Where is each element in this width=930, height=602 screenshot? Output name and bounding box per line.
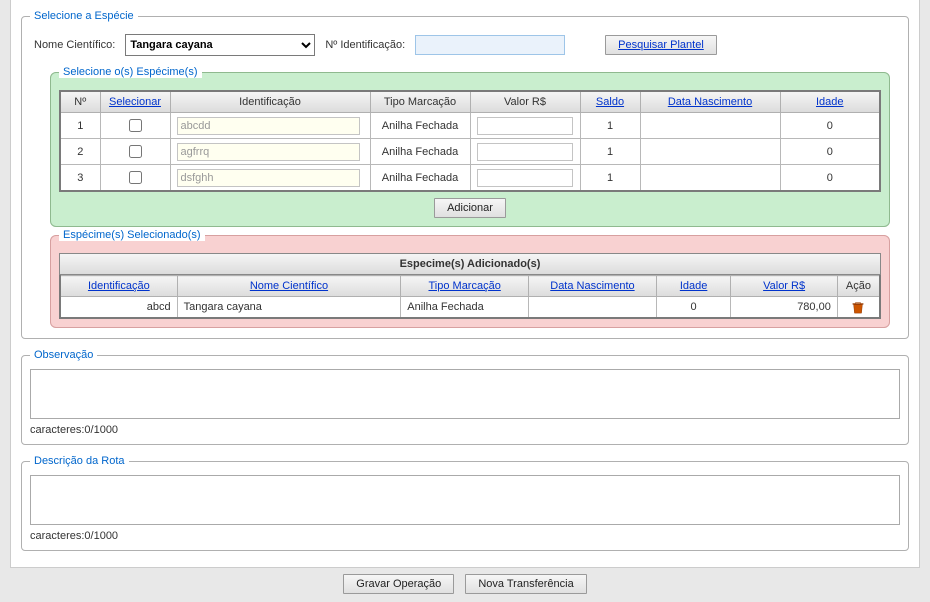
cell-data xyxy=(640,165,780,192)
rota-count: caracteres:0/1000 xyxy=(30,528,900,542)
rota-fieldset: Descrição da Rota caracteres:0/1000 xyxy=(21,455,909,551)
col-identificacao: Identificação xyxy=(170,91,370,113)
species-fieldset: Selecione a Espécie Nome Científico: Tan… xyxy=(21,10,909,339)
adicionar-button[interactable]: Adicionar xyxy=(434,198,506,218)
cell-valor xyxy=(470,139,580,165)
id-input[interactable] xyxy=(177,117,360,135)
nova-button[interactable]: Nova Transferência xyxy=(465,574,586,594)
col2-data: Data Nascimento xyxy=(529,276,657,297)
especimes-fieldset: Selecione o(s) Espécime(s) Nº Selecionar… xyxy=(50,66,890,227)
cell-n: 3 xyxy=(60,165,100,192)
col2-idade: Idade xyxy=(656,276,731,297)
especimes-table: Nº Selecionar Identificação Tipo Marcaçã… xyxy=(59,90,881,192)
col-idade: Idade xyxy=(780,91,880,113)
select-checkbox[interactable] xyxy=(129,145,142,158)
gravar-button[interactable]: Gravar Operação xyxy=(343,574,454,594)
cell-n: 1 xyxy=(60,113,100,139)
nome-cientifico-label: Nome Científico: xyxy=(34,39,115,51)
cell-data xyxy=(640,139,780,165)
observacao-fieldset: Observação caracteres:0/1000 xyxy=(21,349,909,445)
valor-input[interactable] xyxy=(477,143,572,161)
cell-idade: 0 xyxy=(780,113,880,139)
table-row: 3 Anilha Fechada 1 0 xyxy=(60,165,880,192)
saldo-sort-link[interactable]: Saldo xyxy=(596,96,624,108)
cell-id xyxy=(170,165,370,192)
id-input[interactable] xyxy=(177,169,360,187)
col2-valor: Valor R$ xyxy=(731,276,837,297)
add-bar: Adicionar xyxy=(59,192,881,218)
col-valor: Valor R$ xyxy=(470,91,580,113)
col2-identificacao: Identificação xyxy=(60,276,177,297)
col-tipo: Tipo Marcação xyxy=(370,91,470,113)
id-label: Nº Identificação: xyxy=(325,39,405,51)
selecionados-fieldset: Espécime(s) Selecionado(s) Especime(s) A… xyxy=(50,229,890,328)
col-selecionar: Selecionar xyxy=(100,91,170,113)
trash-icon[interactable] xyxy=(851,300,865,314)
cell-n: 2 xyxy=(60,139,100,165)
cell-saldo: 1 xyxy=(580,139,640,165)
species-row: Nome Científico: Tangara cayana Nº Ident… xyxy=(30,30,900,64)
cell-id xyxy=(170,113,370,139)
col-data: Data Nascimento xyxy=(640,91,780,113)
rota-legend: Descrição da Rota xyxy=(30,455,129,467)
cell-valor xyxy=(470,113,580,139)
cell-tipo: Anilha Fechada xyxy=(401,297,529,319)
cell-id: abcd xyxy=(60,297,177,319)
cell-saldo: 1 xyxy=(580,165,640,192)
valor-input[interactable] xyxy=(477,117,572,135)
observacao-legend: Observação xyxy=(30,349,97,361)
main-panel: Selecione a Espécie Nome Científico: Tan… xyxy=(10,0,920,568)
data-sort-link[interactable]: Data Nascimento xyxy=(668,96,752,108)
col2-nome: Nome Científico xyxy=(177,276,401,297)
cell-tipo: Anilha Fechada xyxy=(370,113,470,139)
pesquisar-plantel-button[interactable]: Pesquisar Plantel xyxy=(605,35,717,55)
id-input[interactable] xyxy=(415,35,565,55)
cell-data xyxy=(640,113,780,139)
cell-tipo: Anilha Fechada xyxy=(370,139,470,165)
cell-nome: Tangara cayana xyxy=(177,297,401,319)
id-input[interactable] xyxy=(177,143,360,161)
col2-tipo: Tipo Marcação xyxy=(401,276,529,297)
cell-tipo: Anilha Fechada xyxy=(370,165,470,192)
cell-idade: 0 xyxy=(656,297,731,319)
col-n: Nº xyxy=(60,91,100,113)
cell-id xyxy=(170,139,370,165)
footer-bar: Gravar Operação Nova Transferência xyxy=(0,568,930,602)
valor-input[interactable] xyxy=(477,169,572,187)
species-legend: Selecione a Espécie xyxy=(30,10,138,22)
cell-select xyxy=(100,165,170,192)
table-row: 2 Anilha Fechada 1 0 xyxy=(60,139,880,165)
selecionados-title: Especime(s) Adicionado(s) xyxy=(59,253,881,275)
especimes-header-row: Nº Selecionar Identificação Tipo Marcaçã… xyxy=(60,91,880,113)
cell-valor: 780,00 xyxy=(731,297,837,319)
rota-textarea[interactable] xyxy=(30,475,900,525)
col-saldo: Saldo xyxy=(580,91,640,113)
cell-select xyxy=(100,113,170,139)
cell-idade: 0 xyxy=(780,139,880,165)
col2-acao: Ação xyxy=(837,276,880,297)
cell-saldo: 1 xyxy=(580,113,640,139)
cell-select xyxy=(100,139,170,165)
table-row: 1 Anilha Fechada 1 0 xyxy=(60,113,880,139)
especimes-legend: Selecione o(s) Espécime(s) xyxy=(59,66,202,78)
select-checkbox[interactable] xyxy=(129,119,142,132)
selecionados-table: Identificação Nome Científico Tipo Marca… xyxy=(59,275,881,319)
selecionados-header-row: Identificação Nome Científico Tipo Marca… xyxy=(60,276,880,297)
idade-sort-link[interactable]: Idade xyxy=(816,96,844,108)
observacao-count: caracteres:0/1000 xyxy=(30,422,900,436)
selecionar-sort-link[interactable]: Selecionar xyxy=(109,96,161,108)
cell-valor xyxy=(470,165,580,192)
cell-acao xyxy=(837,297,880,319)
selecionados-legend: Espécime(s) Selecionado(s) xyxy=(59,229,205,241)
observacao-textarea[interactable] xyxy=(30,369,900,419)
nome-cientifico-select[interactable]: Tangara cayana xyxy=(125,34,315,56)
select-checkbox[interactable] xyxy=(129,171,142,184)
cell-data xyxy=(529,297,657,319)
cell-idade: 0 xyxy=(780,165,880,192)
table-row: abcdTangara cayanaAnilha Fechada 0780,00 xyxy=(60,297,880,319)
